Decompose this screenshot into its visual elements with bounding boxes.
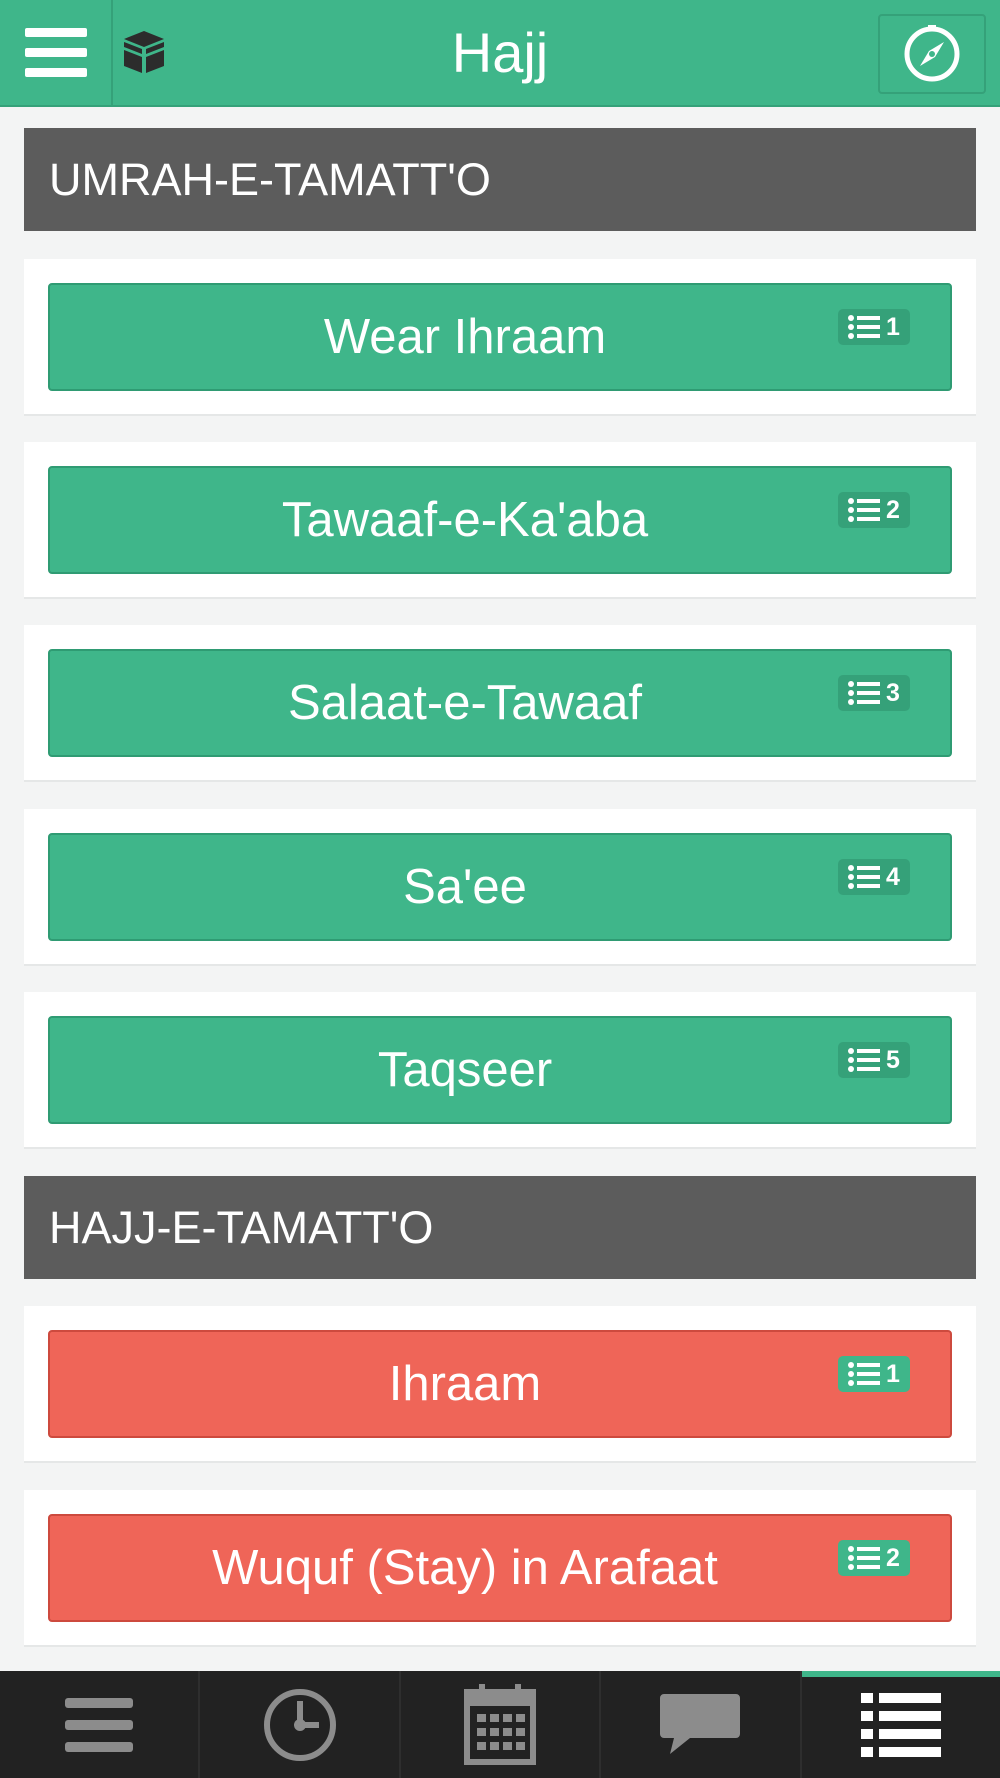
step-badge: 3 xyxy=(838,675,910,711)
step-number: 2 xyxy=(886,496,900,524)
tab-clock[interactable] xyxy=(200,1671,401,1778)
step-card: Wear Ihraam 1 xyxy=(24,259,976,416)
tab-calendar[interactable] xyxy=(401,1671,602,1778)
calendar-icon xyxy=(464,1683,537,1765)
kaaba-icon xyxy=(124,31,164,73)
step-button-ihraam[interactable]: Ihraam 1 xyxy=(48,1330,952,1438)
list-icon xyxy=(848,1048,881,1072)
menu-button[interactable] xyxy=(0,0,113,105)
step-label: Wuquf (Stay) in Arafaat xyxy=(212,1541,718,1595)
list-icon xyxy=(848,315,881,339)
list-icon xyxy=(848,865,881,889)
step-label: Salaat-e-Tawaaf xyxy=(287,676,643,730)
bottom-tab-bar xyxy=(0,1671,1000,1778)
step-card: Salaat-e-Tawaaf 3 xyxy=(24,625,976,782)
tab-chat[interactable] xyxy=(601,1671,802,1778)
step-button-tawaaf[interactable]: Tawaaf-e-Ka'aba 2 xyxy=(48,466,952,574)
step-button-saee[interactable]: Sa'ee 4 xyxy=(48,833,952,941)
step-badge: 2 xyxy=(838,1540,910,1576)
step-badge: 1 xyxy=(838,1356,910,1392)
list-icon xyxy=(848,681,881,705)
list-icon xyxy=(848,1362,881,1386)
step-label: Ihraam xyxy=(388,1357,542,1411)
step-card: Ihraam 1 xyxy=(24,1306,976,1463)
tab-list[interactable] xyxy=(801,1671,1000,1778)
menu-lines-icon xyxy=(65,1697,134,1752)
clock-icon xyxy=(263,1688,336,1761)
step-label: Wear Ihraam xyxy=(323,310,607,364)
list-icon xyxy=(860,1692,941,1757)
step-label: Sa'ee xyxy=(403,860,527,914)
compass-button[interactable] xyxy=(878,14,986,94)
step-card: Tawaaf-e-Ka'aba 2 xyxy=(24,442,976,599)
compass-icon xyxy=(904,25,960,82)
step-number: 1 xyxy=(886,1360,900,1388)
chat-bubble-icon xyxy=(660,1693,741,1754)
step-button-wuquf[interactable]: Wuquf (Stay) in Arafaat 2 xyxy=(48,1514,952,1622)
section-header-umrah: UMRAH-E-TAMATT'O xyxy=(24,128,976,231)
step-card: Wuquf (Stay) in Arafaat 2 xyxy=(24,1490,976,1647)
step-number: 3 xyxy=(886,679,900,707)
step-label: Taqseer xyxy=(377,1043,553,1097)
hamburger-menu-icon xyxy=(24,27,87,77)
step-badge: 5 xyxy=(838,1042,910,1078)
step-badge: 1 xyxy=(838,309,910,345)
step-number: 2 xyxy=(886,1544,900,1572)
app-header: Hajj xyxy=(0,0,1000,107)
step-number: 5 xyxy=(886,1046,900,1074)
section-header-hajj: HAJJ-E-TAMATT'O xyxy=(24,1176,976,1279)
step-button-taqseer[interactable]: Taqseer 5 xyxy=(48,1016,952,1124)
step-card: Sa'ee 4 xyxy=(24,809,976,966)
list-icon xyxy=(848,498,881,522)
step-label: Tawaaf-e-Ka'aba xyxy=(281,493,649,547)
step-number: 1 xyxy=(886,313,900,341)
step-card: Taqseer 5 xyxy=(24,992,976,1149)
step-button-salaat[interactable]: Salaat-e-Tawaaf 3 xyxy=(48,649,952,757)
step-number: 4 xyxy=(886,863,900,891)
tab-menu[interactable] xyxy=(0,1671,201,1778)
list-icon xyxy=(848,1546,881,1570)
step-badge: 4 xyxy=(838,859,910,895)
step-button-wear-ihraam[interactable]: Wear Ihraam 1 xyxy=(48,283,952,391)
step-badge: 2 xyxy=(838,492,910,528)
